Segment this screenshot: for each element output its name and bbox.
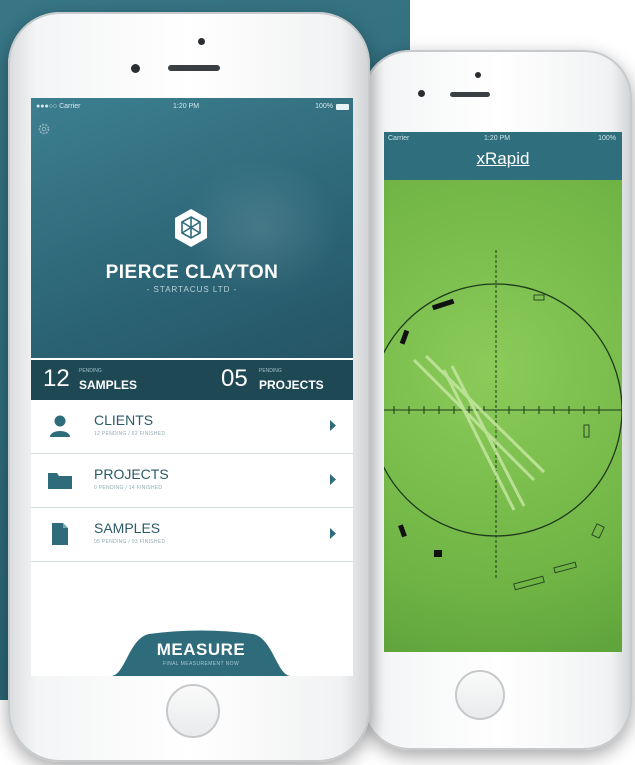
measure-label: MEASURE bbox=[156, 640, 246, 659]
stat-pending-label: PENDING bbox=[79, 368, 102, 374]
menu-item-label: SAMPLES bbox=[94, 520, 161, 536]
carrier-label: Carrier bbox=[388, 135, 410, 142]
home-button[interactable] bbox=[166, 684, 220, 738]
menu-item-samples[interactable]: SAMPLES 05 PENDING / 93 FINISHED bbox=[31, 508, 353, 562]
reticle-overlay bbox=[384, 250, 622, 591]
battery-label: 100% bbox=[598, 135, 616, 142]
stat-samples[interactable]: 12 PENDING SAMPLES bbox=[43, 360, 183, 400]
menu-item-subtitle: 05 PENDING / 93 FINISHED bbox=[94, 539, 166, 545]
speaker-grille bbox=[450, 92, 490, 97]
stat-label: PROJECTS bbox=[259, 378, 324, 392]
menu-item-subtitle: 12 PENDING / 62 FINISHED bbox=[94, 431, 166, 437]
app-screen: ●●●○○ Carrier 1:20 PM 100% PIERCE CLAYTO… bbox=[31, 98, 353, 676]
document-icon bbox=[52, 523, 68, 545]
xrapid-screen: Carrier 1:20 PM 100% xRapid bbox=[384, 132, 622, 652]
menu-item-subtitle: 0 PENDING / 14 FINISHED bbox=[94, 485, 163, 491]
menu-item-label: PROJECTS bbox=[94, 466, 169, 482]
user-name: PIERCE CLAYTON bbox=[105, 262, 279, 283]
proximity-sensor bbox=[475, 72, 481, 78]
status-bar: Carrier 1:20 PM 100% bbox=[384, 132, 622, 146]
gear-icon[interactable] bbox=[37, 122, 51, 136]
menu-item-projects[interactable]: PROJECTS 0 PENDING / 14 FINISHED bbox=[31, 454, 353, 508]
app-title[interactable]: xRapid bbox=[384, 149, 622, 169]
stat-value: 05 bbox=[221, 365, 248, 392]
phone-main: ●●●○○ Carrier 1:20 PM 100% PIERCE CLAYTO… bbox=[8, 12, 370, 762]
home-button[interactable] bbox=[455, 670, 505, 720]
stat-label: SAMPLES bbox=[79, 378, 138, 392]
hexagon-cube-logo bbox=[175, 209, 207, 247]
battery-icon bbox=[336, 104, 349, 110]
chevron-right-icon bbox=[330, 420, 336, 431]
folder-icon bbox=[48, 473, 72, 489]
company-name: - STARTACUS LTD - bbox=[146, 285, 238, 294]
person-icon bbox=[50, 415, 70, 437]
stat-pending-label: PENDING bbox=[259, 368, 282, 374]
phone-secondary: Carrier 1:20 PM 100% xRapid bbox=[362, 50, 632, 750]
chevron-right-icon bbox=[330, 528, 336, 539]
measure-button[interactable]: MEASURE FINAL MEASUREMENT NOW bbox=[111, 630, 291, 676]
menu-item-label: CLIENTS bbox=[94, 412, 154, 428]
speaker-grille bbox=[168, 65, 220, 71]
menu-list: CLIENTS 12 PENDING / 62 FINISHED PROJECT… bbox=[31, 400, 353, 562]
stats-bar: 12 PENDING SAMPLES 05 PENDING PROJECTS bbox=[31, 360, 353, 400]
proximity-sensor bbox=[198, 38, 205, 45]
menu-item-clients[interactable]: CLIENTS 12 PENDING / 62 FINISHED bbox=[31, 400, 353, 454]
status-bar: ●●●○○ Carrier 1:20 PM 100% bbox=[31, 98, 353, 116]
battery-label: 100% bbox=[315, 103, 333, 110]
front-camera bbox=[131, 64, 140, 73]
carrier-label: ●●●○○ Carrier bbox=[36, 103, 81, 110]
front-camera bbox=[418, 90, 425, 97]
time-label: 1:20 PM bbox=[484, 135, 511, 142]
microscope-view[interactable] bbox=[384, 180, 622, 652]
stat-value: 12 bbox=[43, 365, 70, 392]
measure-subtitle: FINAL MEASUREMENT NOW bbox=[162, 661, 240, 667]
stat-projects[interactable]: 05 PENDING PROJECTS bbox=[221, 360, 351, 400]
chevron-right-icon bbox=[330, 474, 336, 485]
profile-header: ●●●○○ Carrier 1:20 PM 100% PIERCE CLAYTO… bbox=[31, 98, 353, 358]
time-label: 1:20 PM bbox=[173, 103, 200, 110]
